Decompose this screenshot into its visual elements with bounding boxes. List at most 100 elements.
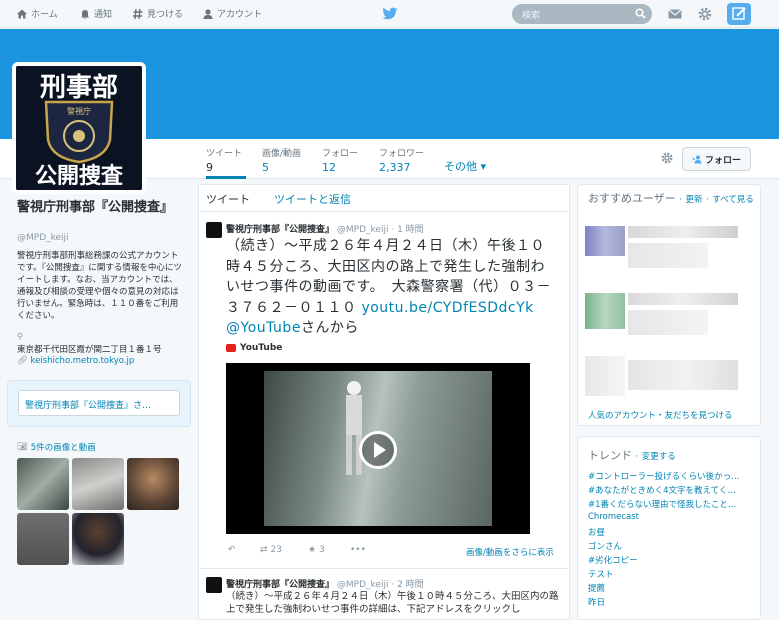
settings-gear-icon[interactable]: [697, 6, 713, 22]
compose-tweet-button[interactable]: [727, 3, 751, 25]
profile-handle: @MPD_keiji: [17, 233, 69, 243]
video-player[interactable]: [226, 363, 530, 534]
avatar-top-text: 刑事部: [40, 73, 118, 103]
follow-user-icon: [692, 155, 702, 163]
user-icon: [203, 8, 213, 19]
stat-following-value: 12: [322, 161, 336, 174]
trend-item[interactable]: #コントローラー投げるくらい後かっ…: [588, 470, 750, 482]
favorite-action[interactable]: ★ 3: [308, 545, 325, 555]
tweet-avatar[interactable]: [206, 222, 222, 238]
trend-item[interactable]: テスト: [588, 568, 750, 580]
media-header-text[interactable]: 5件の画像と動画: [31, 441, 96, 453]
stats-more-dropdown[interactable]: その他 ▾: [444, 158, 486, 174]
camera-icon: 📷︎: [17, 442, 28, 452]
tweet-time[interactable]: 2 時間: [397, 580, 424, 590]
refresh-link[interactable]: 更新: [685, 195, 702, 205]
profile-url-text[interactable]: keishicho.metro.tokyo.jp: [31, 356, 135, 366]
youtube-source[interactable]: YouTube: [226, 343, 282, 353]
stat-media-value: 5: [262, 161, 269, 174]
tweet-to-box: 警視庁刑事部『公開捜査』さ…: [7, 380, 191, 427]
view-more-media-link[interactable]: 画像/動画をさらに表示: [466, 546, 554, 558]
media-thumbnail[interactable]: [72, 513, 124, 565]
stat-followers-label: フォロワー: [379, 149, 425, 159]
search-icon[interactable]: [635, 8, 646, 19]
suggested-user-avatar[interactable]: [585, 226, 625, 256]
media-thumbnail[interactable]: [17, 458, 69, 510]
nav-account-label: アカウント: [217, 10, 263, 20]
trend-item[interactable]: お昼: [588, 526, 750, 538]
nav-home[interactable]: ホーム: [16, 7, 58, 20]
stat-following-label: フォロー: [322, 149, 359, 159]
profile-location: ⚲ 東京都千代田区霞が関二丁目１番１号: [17, 331, 162, 357]
tweet-header: 警視庁刑事部『公開捜査』 @MPD_keiji · 2 時間: [226, 580, 424, 590]
trend-item[interactable]: #あなたがときめく4文字を教えてく…: [588, 484, 750, 496]
suggested-user-avatar[interactable]: [585, 293, 625, 329]
suggested-user-name[interactable]: [628, 293, 738, 305]
nav-notifications[interactable]: 通知: [79, 7, 112, 20]
avatar-bottom-text: 公開捜査: [35, 163, 124, 189]
media-header[interactable]: 📷︎ 5件の画像と動画: [17, 441, 96, 453]
stat-media-label: 画像/動画: [262, 149, 302, 159]
stat-tweets[interactable]: ツイート 9: [206, 146, 246, 179]
tweet-time[interactable]: 1 時間: [397, 225, 424, 235]
tweet-avatar[interactable]: [206, 577, 222, 593]
youtube-source-label: YouTube: [240, 343, 283, 353]
tab-tweets-and-replies[interactable]: ツイートと返信: [274, 191, 351, 207]
retweet-count: 23: [270, 545, 282, 555]
timeline-divider: [198, 211, 570, 212]
nav-notifications-label: 通知: [94, 10, 113, 20]
retweet-action[interactable]: ⇄ 23: [260, 545, 282, 555]
nav-home-label: ホーム: [31, 10, 58, 20]
stat-media[interactable]: 画像/動画 5: [262, 146, 301, 174]
youtube-icon: [226, 344, 236, 352]
chevron-down-icon: ▾: [480, 160, 487, 173]
media-thumbnail[interactable]: [72, 458, 124, 510]
tweet-text: （続き）～平成２６年４月２４日（木）午後１０時４５分ころ、大田区内の路上で発生し…: [226, 591, 559, 615]
search-input[interactable]: 検索: [512, 4, 652, 24]
stat-followers[interactable]: フォロワー 2,337: [379, 146, 424, 174]
stat-following[interactable]: フォロー 12: [322, 146, 358, 174]
twitter-bird-icon[interactable]: [382, 7, 398, 21]
play-icon: [374, 442, 386, 458]
tweet-to-input[interactable]: 警視庁刑事部『公開捜査』さ…: [18, 390, 180, 416]
tweet-divider: [198, 568, 570, 569]
tweet-text: （続き）～平成２６年４月２４日（木）午後１０時４５分ころ、大田区内の路上で発生し…: [226, 236, 556, 339]
trend-item[interactable]: Chromecast: [588, 512, 750, 522]
who-to-follow-header: おすすめユーザー · 更新 · すべて見る: [588, 192, 754, 206]
play-button[interactable]: [359, 431, 397, 469]
suggested-user-name[interactable]: [628, 226, 738, 238]
profile-gear-icon[interactable]: [660, 151, 674, 165]
tweet-author[interactable]: 警視庁刑事部『公開捜査』: [226, 580, 334, 590]
nav-discover[interactable]: 見つける: [132, 7, 183, 20]
follow-button[interactable]: フォロー: [682, 147, 751, 171]
change-trends-link[interactable]: 変更する: [642, 452, 676, 462]
media-thumbnail[interactable]: [127, 458, 179, 510]
top-nav-bar: ホーム 通知 見つける アカウント 検索: [0, 0, 779, 28]
profile-avatar[interactable]: 刑事部 警視庁 公開捜査: [12, 62, 146, 194]
trend-item[interactable]: 提薦: [588, 582, 750, 594]
search-placeholder: 検索: [522, 11, 541, 21]
direct-message-icon[interactable]: [667, 6, 683, 22]
suggested-user-info: [628, 310, 708, 335]
suggested-user-info: [628, 243, 708, 268]
trend-item[interactable]: #1番くだらない理由で怪我したこと…: [588, 498, 750, 510]
nav-account[interactable]: アカウント: [202, 7, 262, 20]
reply-action[interactable]: ↶: [228, 545, 236, 555]
trend-item[interactable]: ゴンさん: [588, 540, 750, 552]
tweet-link[interactable]: youtu.be/CYDfESDdcYk: [361, 300, 533, 316]
tweet-mention[interactable]: @YouTube: [226, 320, 301, 336]
compose-icon: [732, 7, 746, 20]
suggested-user-avatar[interactable]: [585, 356, 625, 396]
tweet-author[interactable]: 警視庁刑事部『公開捜査』: [226, 225, 334, 235]
tab-tweets[interactable]: ツイート: [206, 191, 250, 207]
profile-name[interactable]: 警視庁刑事部『公開捜査』: [17, 200, 177, 216]
view-all-link[interactable]: すべて見る: [712, 195, 754, 205]
trends-title: トレンド: [588, 449, 632, 462]
more-action[interactable]: •••: [350, 545, 366, 555]
suggested-user-name[interactable]: [628, 360, 738, 390]
trend-item[interactable]: 昨日: [588, 596, 750, 608]
find-friends-link[interactable]: 人気のアカウント・友だちを見つける: [588, 409, 733, 421]
media-thumbnail[interactable]: [17, 513, 69, 565]
trend-item[interactable]: #劣化コピー: [588, 554, 750, 566]
profile-url[interactable]: 🔗︎ keishicho.metro.tokyo.jp: [17, 356, 134, 366]
